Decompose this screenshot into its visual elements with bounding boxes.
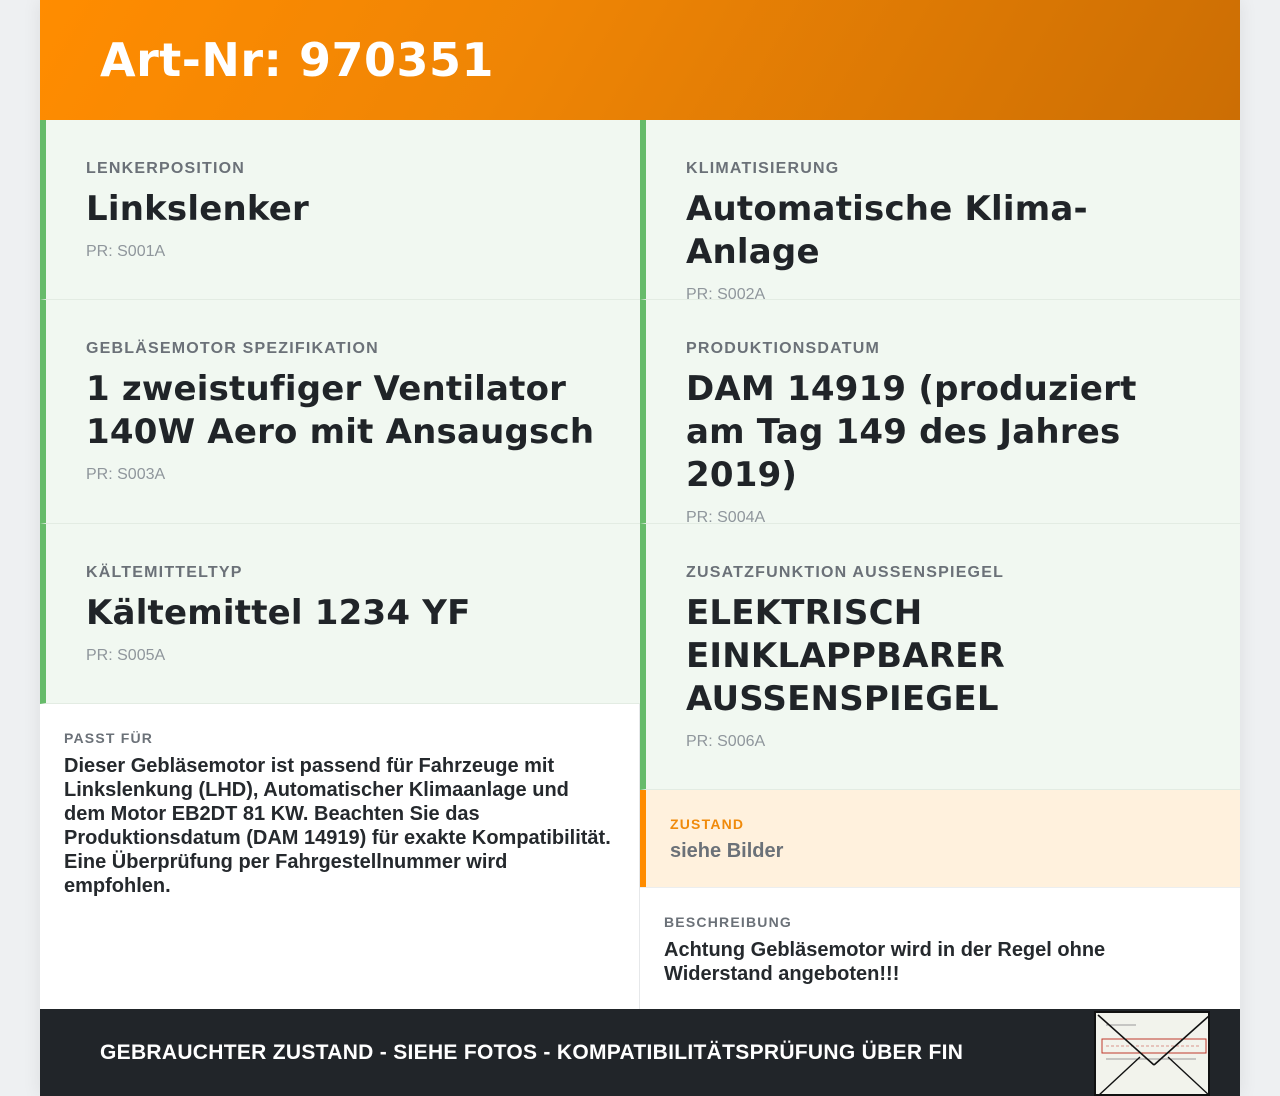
article-number-title: Art-Nr: 970351 [100,33,495,87]
footer-text: GEBRAUCHTER ZUSTAND - SIEHE FOTOS - KOMP… [100,1040,964,1064]
spec-code: PR: S005A [86,647,166,664]
spec-steering-position: LENKERPOSITION Linkslenker PR: S001A [40,120,640,300]
spec-label: GEBLÄSEMOTOR SPEZIFIKATION [86,340,379,357]
spec-value: DAM 14919 (produziert am Tag 149 des Jah… [686,369,1137,495]
description-text: Achtung Gebläsemotor wird in der Regel o… [664,939,1106,985]
condition-section: ZUSTAND siehe Bilder [640,790,1240,887]
product-sheet: Art-Nr: 970351 LENKERPOSITION Linkslenke… [40,0,1240,1096]
compatibility-label: PASST FÜR [64,730,154,746]
compatibility-text: Dieser Gebläsemotor ist passend für Fahr… [64,755,611,897]
part-photo-thumbnail[interactable] [1094,1011,1210,1096]
spec-code: PR: S001A [86,243,166,260]
spec-mirror-feature: ZUSATZFUNKTION AUSSENSPIEGEL ELEKTRISCH … [640,524,1240,790]
spec-value: Kältemittel 1234 YF [86,593,471,633]
spec-value: ELEKTRISCH EINKLAPPBARER AUSSENSPIEGEL [686,593,1005,719]
spec-blower-motor: GEBLÄSEMOTOR SPEZIFIKATION 1 zweistufige… [40,300,640,524]
envelope-label-icon [1096,1013,1208,1094]
description-section: BESCHREIBUNG Achtung Gebläsemotor wird i… [640,887,1240,1009]
spec-climate-control: KLIMATISIERUNG Automatische Klima-Anlage… [640,120,1240,303]
spec-label: PRODUKTIONSDATUM [686,340,881,357]
spec-label: KÄLTEMITTELTYP [86,564,243,581]
header-banner: Art-Nr: 970351 [40,0,1240,120]
spec-refrigerant-type: KÄLTEMITTELTYP Kältemittel 1234 YF PR: S… [40,524,640,704]
spec-production-date: PRODUKTIONSDATUM DAM 14919 (produziert a… [640,300,1240,526]
spec-value: Automatische Klima-Anlage [686,189,1088,272]
compatibility-section: PASST FÜR Dieser Gebläsemotor ist passen… [40,704,640,1009]
spec-code: PR: S006A [686,733,766,750]
condition-label: ZUSTAND [670,816,745,832]
spec-value: 1 zweistufiger Ventilator 140W Aero mit … [86,369,595,452]
spec-label: KLIMATISIERUNG [686,160,840,177]
spec-label: LENKERPOSITION [86,160,246,177]
footer-bar: GEBRAUCHTER ZUSTAND - SIEHE FOTOS - KOMP… [40,1009,1240,1096]
spec-label: ZUSATZFUNKTION AUSSENSPIEGEL [686,564,1005,581]
description-label: BESCHREIBUNG [664,914,792,930]
spec-code: PR: S003A [86,466,166,483]
spec-value: Linkslenker [86,189,310,229]
condition-value: siehe Bilder [670,840,784,862]
